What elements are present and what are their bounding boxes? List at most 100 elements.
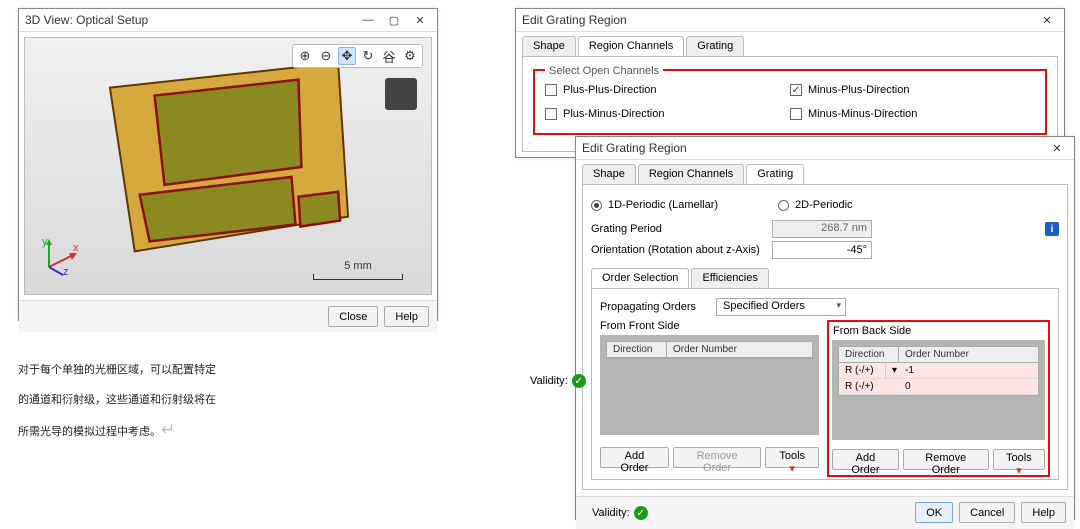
check-circle-icon: ✓ <box>634 506 648 520</box>
col-order-number: Order Number <box>667 342 812 357</box>
description-line: 所需光导的模拟过程中考虑。↵ <box>18 415 438 447</box>
section-label: From Back Side <box>833 325 1048 337</box>
tools-button[interactable]: Tools ▾ <box>765 447 819 468</box>
channel-label: Plus-Minus-Direction <box>563 108 664 120</box>
orientation-input[interactable] <box>772 241 872 259</box>
col-order-number: Order Number <box>899 347 1038 362</box>
subtab-efficiencies[interactable]: Efficiencies <box>691 268 768 288</box>
close-icon[interactable]: ✕ <box>413 13 427 27</box>
tab-strip: Shape Region Channels Grating <box>576 160 1074 184</box>
chevron-down-icon: ▾ <box>1016 465 1022 477</box>
tab-strip: Shape Region Channels Grating <box>516 32 1064 56</box>
grating-period-readonly: 268.7 nm <box>772 220 872 238</box>
tab-region-channels[interactable]: Region Channels <box>638 164 744 184</box>
tab-grating[interactable]: Grating <box>746 164 804 184</box>
col-direction: Direction <box>607 342 667 357</box>
from-back-side-section: From Back Side Direction Order Number R … <box>827 320 1050 477</box>
return-icon: ↵ <box>161 420 175 439</box>
radio-2d-periodic[interactable]: 2D-Periodic <box>778 199 852 211</box>
validity-indicator: Validity: ✓ <box>584 502 656 524</box>
axis-gizmo-icon: y x z <box>39 235 81 280</box>
section-label: From Front Side <box>600 320 819 332</box>
viewport-3d[interactable]: ⊕ ⊖ ✥ ↻ ⾕ ⚙ y x z 5 mm <box>24 37 432 295</box>
close-button[interactable]: Close <box>328 306 378 327</box>
orientation-cube-icon[interactable] <box>385 78 417 110</box>
subtab-order-selection[interactable]: Order Selection <box>591 268 689 288</box>
minimize-icon[interactable]: — <box>361 13 375 27</box>
description-line: 对于每个单独的光栅区域，可以配置特定 <box>18 355 438 385</box>
cell-order-number[interactable]: 0 <box>899 379 1038 394</box>
checkbox-icon[interactable] <box>545 108 557 120</box>
propagating-orders-label: Propagating Orders <box>600 301 710 313</box>
checkbox-icon[interactable]: ✓ <box>790 84 802 96</box>
viewer-button-bar: Close Help <box>19 300 437 332</box>
checkbox-icon[interactable] <box>790 108 802 120</box>
help-button[interactable]: Help <box>1021 502 1066 523</box>
tools-button[interactable]: Tools ▾ <box>993 449 1045 470</box>
svg-text:y: y <box>42 236 48 248</box>
channel-option[interactable]: Minus-Minus-Direction <box>790 108 1035 120</box>
window-title: Edit Grating Region <box>522 13 1040 27</box>
radio-label: 1D-Periodic (Lamellar) <box>608 199 718 211</box>
channel-option[interactable]: Plus-Plus-Direction <box>545 84 790 96</box>
description-line: 的通道和衍射级，这些通道和衍射级将在 <box>18 385 438 415</box>
radio-icon[interactable] <box>778 200 789 211</box>
close-icon[interactable]: ✕ <box>1050 141 1064 155</box>
validity-label: Validity: <box>530 375 568 387</box>
add-order-button[interactable]: Add Order <box>832 449 899 470</box>
channel-option[interactable]: Plus-Minus-Direction <box>545 108 790 120</box>
ok-button[interactable]: OK <box>915 502 953 523</box>
tab-shape[interactable]: Shape <box>582 164 636 184</box>
propagating-orders-dropdown[interactable]: Specified Orders <box>716 298 846 316</box>
zoom-out-icon[interactable]: ⊖ <box>317 47 335 65</box>
help-button[interactable]: Help <box>384 306 429 327</box>
svg-text:x: x <box>73 242 79 254</box>
orientation-label: Orientation (Rotation about z-Axis) <box>591 244 766 256</box>
channel-label: Minus-Plus-Direction <box>808 84 909 96</box>
cancel-button[interactable]: Cancel <box>959 502 1015 523</box>
tab-grating[interactable]: Grating <box>686 36 744 56</box>
validity-label: Validity: <box>592 507 630 519</box>
zoom-in-icon[interactable]: ⊕ <box>296 47 314 65</box>
from-front-side-section: From Front Side Direction Order Number A… <box>600 320 819 477</box>
validity-indicator: Validity: ✓ <box>522 370 594 392</box>
scale-label: 5 mm <box>344 260 372 272</box>
scale-bar: 5 mm <box>313 260 403 280</box>
radio-label: 2D-Periodic <box>795 199 852 211</box>
scene-svg <box>25 38 431 294</box>
table-row[interactable]: R (-/+) 0 <box>839 379 1038 395</box>
titlebar: Edit Grating Region ✕ <box>516 9 1064 32</box>
remove-order-button[interactable]: Remove Order <box>673 447 762 468</box>
col-direction: Direction <box>839 347 899 362</box>
remove-order-button[interactable]: Remove Order <box>903 449 989 470</box>
check-circle-icon: ✓ <box>572 374 586 388</box>
info-icon[interactable]: i <box>1045 222 1059 236</box>
checkbox-icon[interactable] <box>545 84 557 96</box>
select-open-channels-group: Select Open Channels Plus-Plus-Direction… <box>533 69 1047 135</box>
channel-label: Minus-Minus-Direction <box>808 108 917 120</box>
edit-grating-region-dialog-grating: Edit Grating Region ✕ Shape Region Chann… <box>575 136 1075 520</box>
grating-period-label: Grating Period <box>591 223 766 235</box>
cell-direction: R (-/+) <box>839 363 885 378</box>
svg-text:z: z <box>63 266 69 277</box>
chevron-down-icon[interactable]: ▾ <box>885 363 899 378</box>
settings-icon[interactable]: ⚙ <box>401 47 419 65</box>
cell-order-number[interactable]: -1 <box>899 363 1038 378</box>
radio-icon[interactable] <box>591 200 602 211</box>
add-order-button[interactable]: Add Order <box>600 447 669 468</box>
tab-region-channels[interactable]: Region Channels <box>578 36 684 56</box>
pan-icon[interactable]: ✥ <box>338 47 356 65</box>
channel-option[interactable]: ✓ Minus-Plus-Direction <box>790 84 1035 96</box>
window-title: 3D View: Optical Setup <box>25 13 361 27</box>
subtab-strip: Order Selection Efficiencies <box>591 262 1059 288</box>
close-icon[interactable]: ✕ <box>1040 13 1054 27</box>
tab-shape[interactable]: Shape <box>522 36 576 56</box>
description-paragraph: 对于每个单独的光栅区域，可以配置特定 的通道和衍射级，这些通道和衍射级将在 所需… <box>18 355 438 447</box>
rotate-icon[interactable]: ↻ <box>359 47 377 65</box>
radio-1d-periodic[interactable]: 1D-Periodic (Lamellar) <box>591 199 718 211</box>
chevron-down-icon: ▾ <box>789 463 795 475</box>
reset-view-icon[interactable]: ⾕ <box>380 47 398 65</box>
table-row[interactable]: R (-/+) ▾ -1 <box>839 363 1038 379</box>
titlebar: 3D View: Optical Setup — ▢ ✕ <box>19 9 437 32</box>
maximize-icon[interactable]: ▢ <box>387 13 401 27</box>
